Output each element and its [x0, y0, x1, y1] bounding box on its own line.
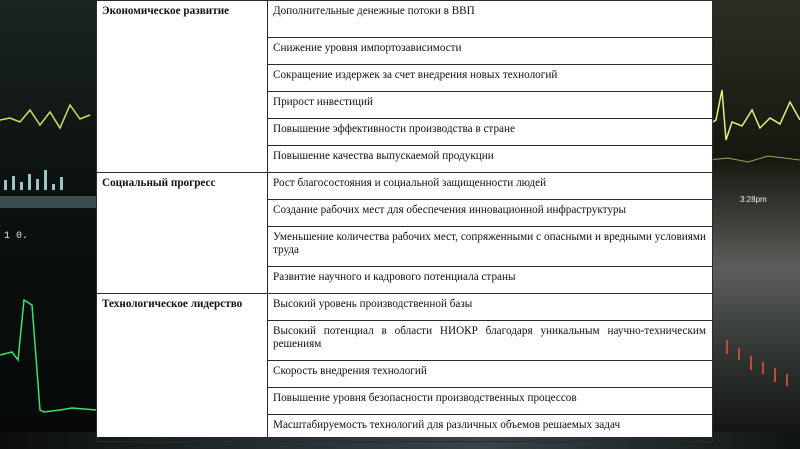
- table-row: Социальный прогресс Рост благосостояния …: [96, 172, 713, 294]
- table-cell: Высокий уровень производственной базы: [267, 293, 713, 321]
- table-cell: Сокращение издержек за счет внедрения но…: [267, 64, 713, 92]
- category-economic-development: Экономическое развитие: [96, 0, 268, 173]
- category-technological-leadership: Технологическое лидерство: [96, 293, 268, 442]
- background-reading-left: 1 0.: [4, 231, 28, 242]
- table-cell: Повышение эффективности производства в с…: [267, 118, 713, 146]
- category-social-progress: Социальный прогресс: [96, 172, 268, 294]
- table-cell: Повышение качества выпускаемой продукции: [267, 145, 713, 173]
- table-cell: Снижение уровня импортозависимости: [267, 37, 713, 65]
- table-cell: Рост благосостояния и социальной защищен…: [267, 172, 713, 200]
- background-chart-left: 1 0.: [0, 103, 96, 413]
- table-row: Экономическое развитие Дополнительные де…: [96, 0, 713, 173]
- table-cell: Скорость внедрения технологий: [267, 360, 713, 388]
- table-cell: Дополнительные денежные потоки в ВВП: [267, 0, 713, 38]
- content-table-panel: Экономическое развитие Дополнительные де…: [96, 0, 713, 442]
- table-row: Технологическое лидерство Высокий уровен…: [96, 293, 713, 442]
- background-chart-right: 3:28pm: [708, 89, 800, 386]
- table-cell: Масштабируемость технологий для различны…: [267, 414, 713, 442]
- table-cell: Создание рабочих мест для обеспечения ин…: [267, 199, 713, 227]
- background-time-label: 3:28pm: [740, 195, 767, 204]
- benefits-table: Экономическое развитие Дополнительные де…: [96, 0, 713, 442]
- table-cell: Повышение уровня безопасности производст…: [267, 387, 713, 415]
- table-cell: Развитие научного и кадрового потенциала…: [267, 266, 713, 294]
- table-cell: Высокий потенциал в области НИОКР благод…: [267, 320, 713, 361]
- table-cell: Уменьшение количества рабочих мест, сопр…: [267, 226, 713, 267]
- table-cell: Прирост инвестиций: [267, 91, 713, 119]
